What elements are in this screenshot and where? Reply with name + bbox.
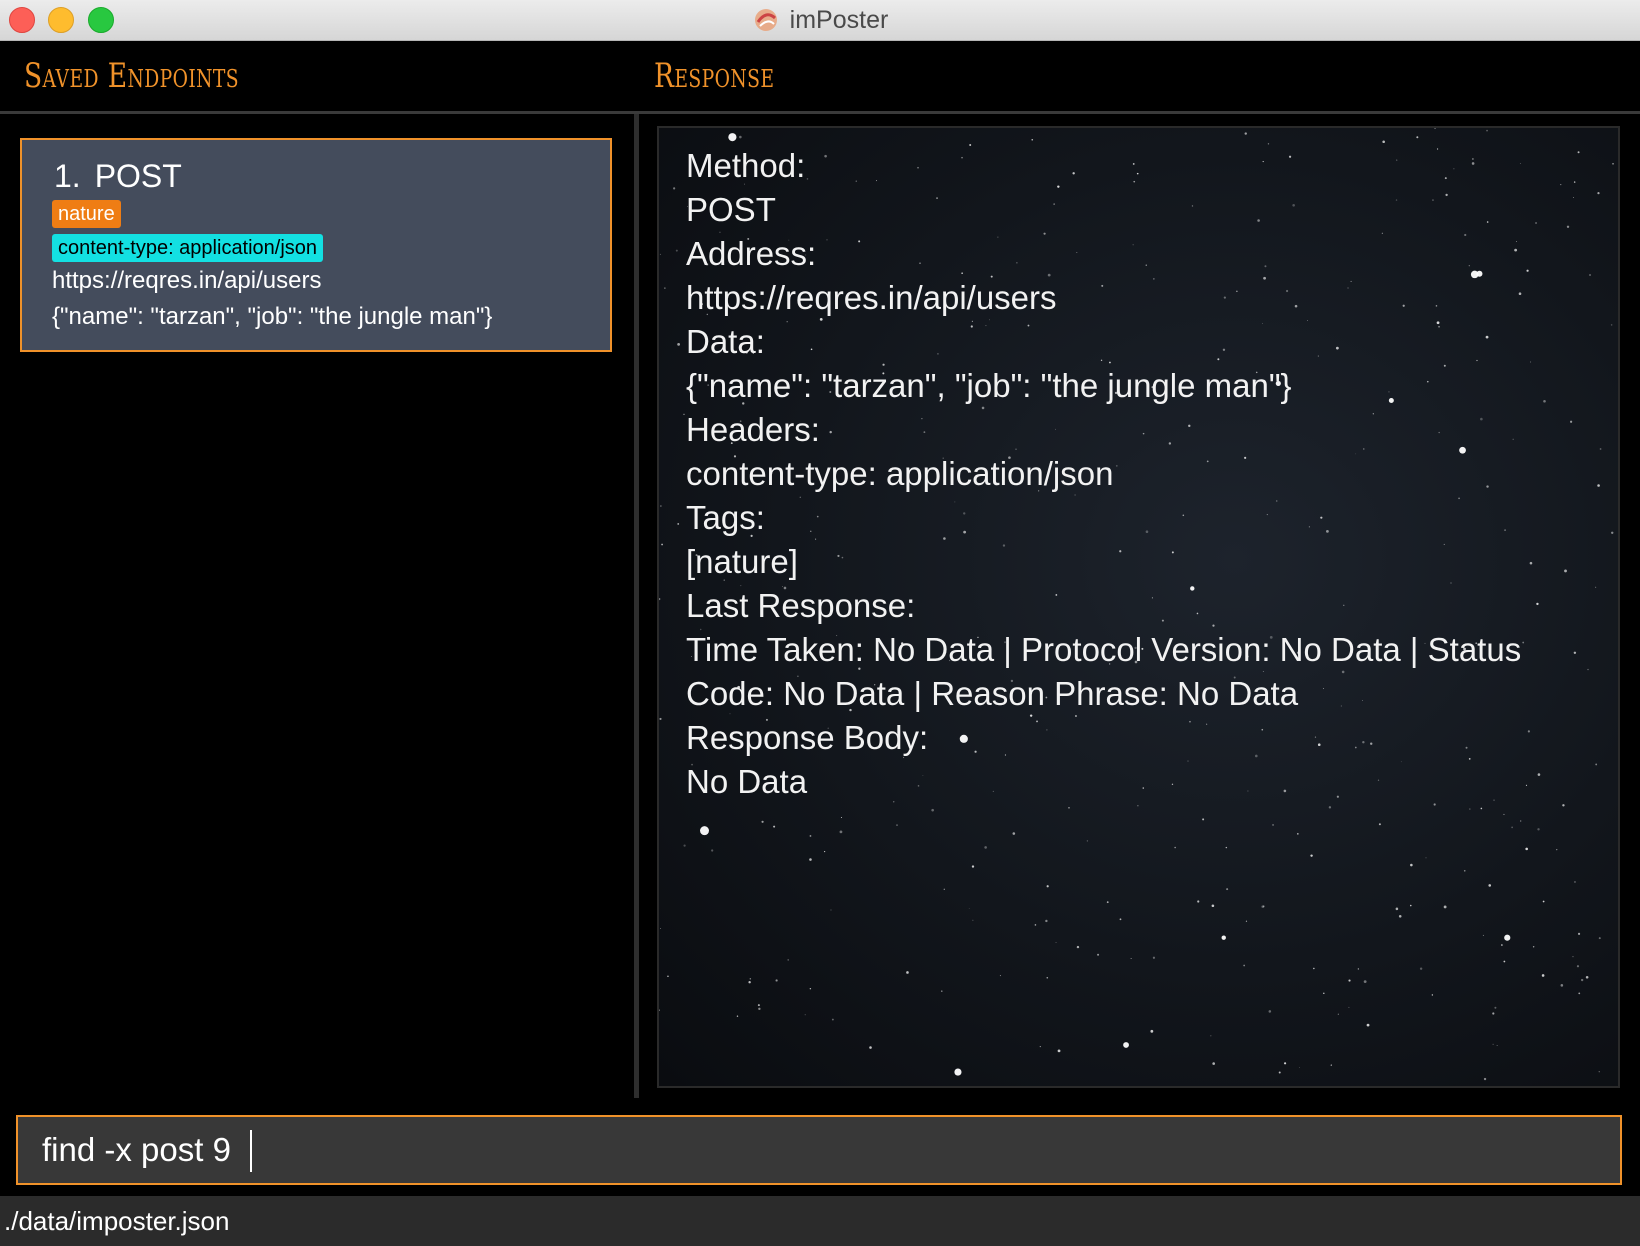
response-data-label: Data:: [686, 323, 765, 360]
response-summary-line-2: Code: No Data | Reason Phrase: No Data: [686, 675, 1299, 712]
endpoint-data: {"name": "tarzan", "job": "the jungle ma…: [52, 303, 493, 330]
response-headers-value: content-type: application/json: [686, 455, 1114, 492]
window-title-group: imPoster: [0, 0, 1640, 40]
response-headers-label: Headers:: [686, 411, 820, 448]
endpoint-url: https://reqres.in/api/users: [52, 267, 322, 294]
response-last-response-label: Last Response:: [686, 587, 916, 624]
status-bar: ./data/imposter.json: [0, 1196, 1640, 1246]
response-details: Method: POST Address: https://reqres.in/…: [686, 144, 1586, 804]
header-divider: [0, 111, 1640, 114]
text-caret: [250, 1130, 252, 1172]
endpoint-method: POST: [94, 158, 182, 194]
response-panel: Method: POST Address: https://reqres.in/…: [657, 126, 1620, 1088]
command-input[interactable]: [18, 1117, 1620, 1183]
endpoint-header-badge: content-type: application/json: [52, 234, 324, 262]
command-area: [0, 1098, 1640, 1196]
response-body-value: No Data: [686, 763, 808, 800]
window-title: imPoster: [789, 5, 889, 34]
response-data-value: {"name": "tarzan", "job": "the jungle ma…: [686, 367, 1292, 404]
response-method-value: POST: [686, 191, 776, 228]
response-body-label: Response Body:: [686, 719, 929, 756]
response-tags-value: [nature]: [686, 543, 798, 580]
response-header: Response: [654, 56, 775, 96]
response-summary-line-1: Time Taken: No Data | Protocol Version: …: [686, 631, 1522, 668]
saved-endpoints-header: Saved Endpoints: [24, 56, 240, 96]
data-file-path: ./data/imposter.json: [4, 1205, 230, 1236]
response-address-value: https://reqres.in/api/users: [686, 279, 1057, 316]
endpoint-title: 1. POST: [54, 158, 580, 194]
response-tags-label: Tags:: [686, 499, 765, 536]
endpoint-tag-badge: nature: [52, 200, 121, 228]
endpoint-list-item[interactable]: 1. POST nature content-type: application/…: [20, 138, 612, 352]
panel-split-divider[interactable]: [634, 114, 639, 1098]
window-titlebar: imPoster: [0, 0, 1640, 41]
app-logo-icon: [754, 9, 777, 31]
response-method-label: Method:: [686, 147, 806, 184]
endpoint-index: 1.: [54, 158, 81, 194]
command-box: [16, 1115, 1622, 1185]
response-address-label: Address:: [686, 235, 817, 272]
